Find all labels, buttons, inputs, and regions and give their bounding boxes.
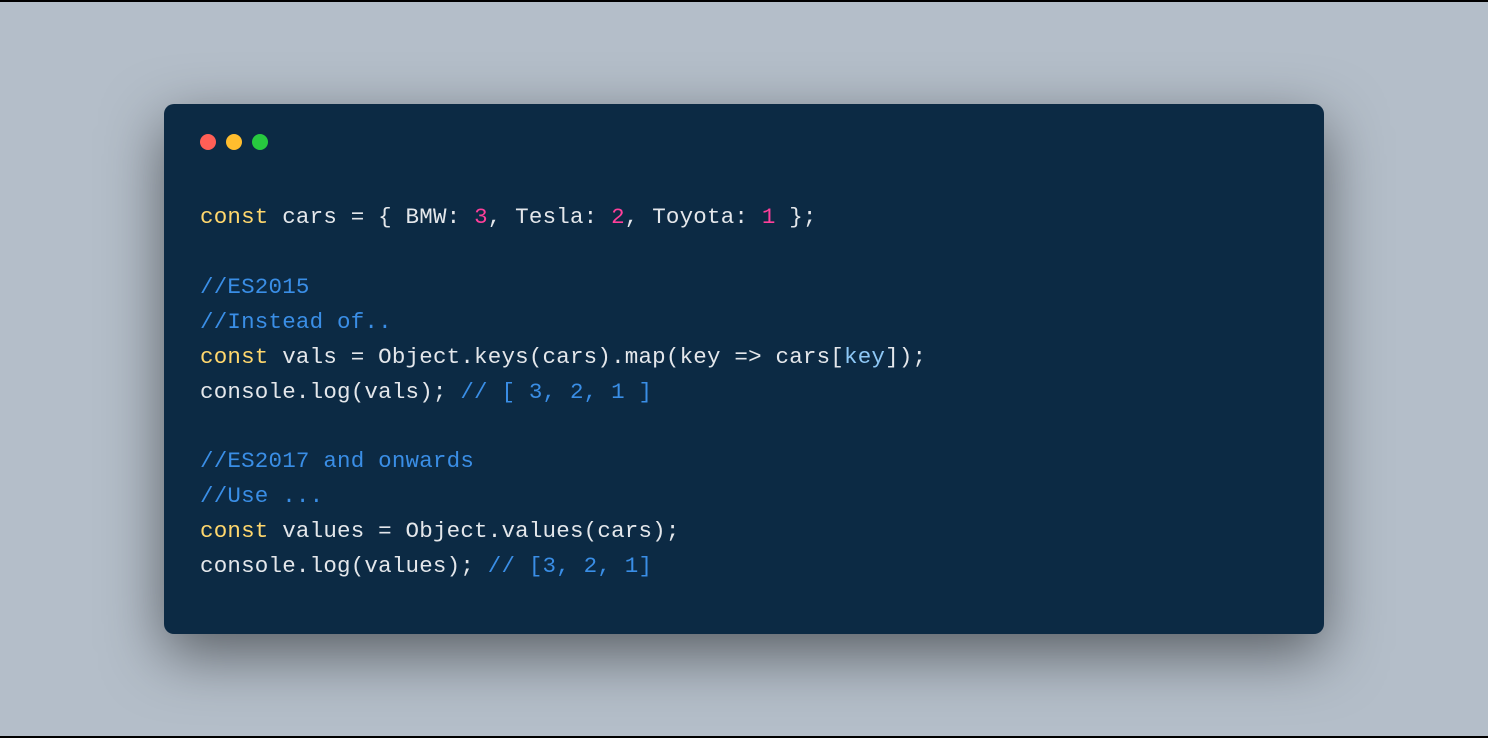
code-line-9: //Use ...: [200, 483, 323, 509]
window-titlebar: [200, 134, 1288, 150]
code-line-11: console.log(values); // [3, 2, 1]: [200, 553, 652, 579]
minimize-icon[interactable]: [226, 134, 242, 150]
keyword-const: const: [200, 344, 269, 370]
keyword-const: const: [200, 204, 269, 230]
maximize-icon[interactable]: [252, 134, 268, 150]
close-icon[interactable]: [200, 134, 216, 150]
code-line-10: const values = Object.values(cars);: [200, 518, 680, 544]
code-block: const cars = { BMW: 3, Tesla: 2, Toyota:…: [200, 200, 1288, 584]
code-line-6: console.log(vals); // [ 3, 2, 1 ]: [200, 379, 652, 405]
keyword-const: const: [200, 518, 269, 544]
code-line-3: //ES2015: [200, 274, 310, 300]
code-line-4: //Instead of..: [200, 309, 392, 335]
code-line-1: const cars = { BMW: 3, Tesla: 2, Toyota:…: [200, 204, 817, 230]
code-line-8: //ES2017 and onwards: [200, 448, 474, 474]
code-line-5: const vals = Object.keys(cars).map(key =…: [200, 344, 926, 370]
code-window: const cars = { BMW: 3, Tesla: 2, Toyota:…: [164, 104, 1324, 634]
